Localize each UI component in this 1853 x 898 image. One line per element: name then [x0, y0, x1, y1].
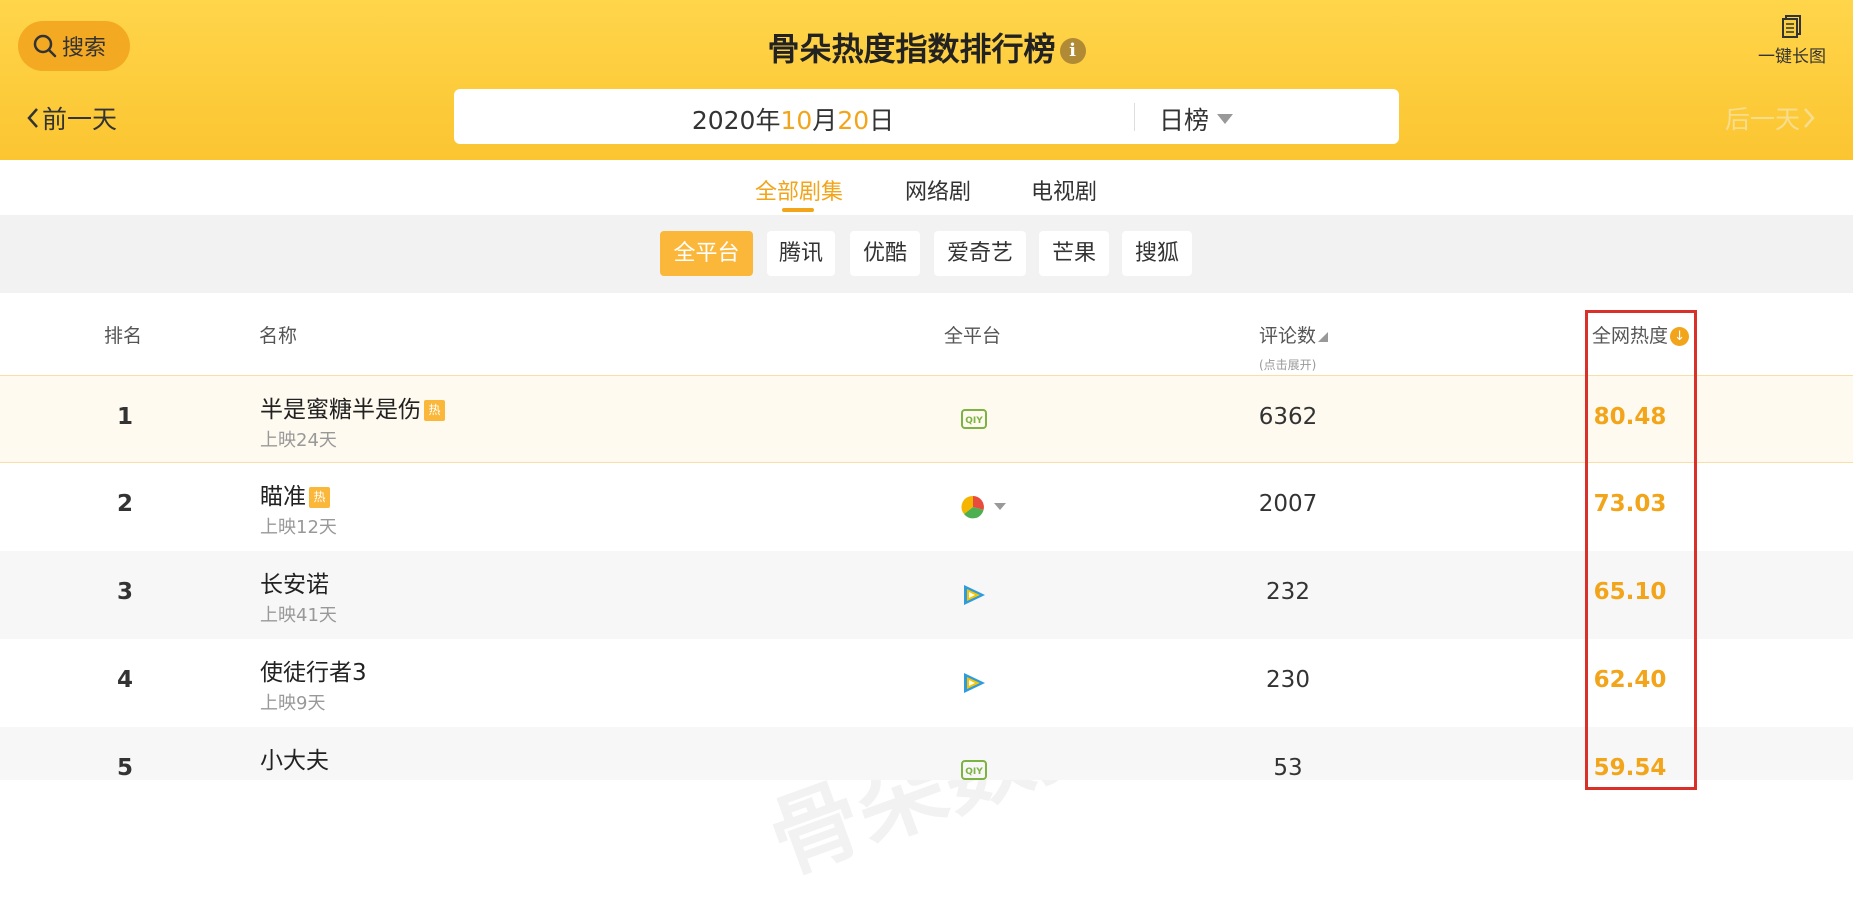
date-year-unit: 年: [755, 106, 781, 135]
comment-count: 6362: [1258, 404, 1318, 430]
tab-all-series[interactable]: 全部剧集: [755, 174, 843, 206]
show-title: 使徒行者3: [260, 660, 367, 686]
svg-text:QIY: QIY: [965, 416, 983, 426]
release-days: 上映24天: [260, 430, 337, 451]
filter-iqiyi[interactable]: 爱奇艺: [934, 231, 1026, 276]
header-name: 名称: [259, 325, 298, 347]
board-type-dropdown[interactable]: 日榜: [1159, 101, 1234, 137]
filter-mango[interactable]: 芒果: [1039, 231, 1109, 276]
date-display[interactable]: 2020年10月20日: [454, 101, 1132, 137]
table-header: 排名 名称 全平台 评论数 (点击展开) 全网热度 ↓: [0, 293, 1853, 375]
show-title: 半是蜜糖半是伤: [260, 397, 421, 423]
page-title: 骨朵热度指数排行榜 i: [0, 24, 1853, 70]
filter-tencent[interactable]: 腾讯: [767, 231, 835, 276]
long-image-button[interactable]: 一键长图: [1742, 14, 1842, 67]
rank: 5: [116, 755, 133, 780]
header: 搜索 骨朵热度指数排行榜 i 一键长图 前一天 2020年10月20日 日榜 后一…: [0, 0, 1853, 160]
info-icon[interactable]: i: [1059, 38, 1086, 64]
table-row[interactable]: 4 使徒行者3 上映9天 230 62.40: [0, 639, 1853, 727]
tencent-video-icon: [961, 671, 987, 699]
rank: 4: [116, 667, 133, 693]
date-selector[interactable]: 2020年10月20日 日榜: [454, 89, 1399, 144]
table-row[interactable]: 3 长安诺 上映41天 232 65.10: [0, 551, 1853, 639]
table-row[interactable]: 5 小大夫 QIY 53 59.54: [0, 727, 1853, 780]
category-tabs: 全部剧集 网络剧 电视剧: [0, 160, 1853, 215]
heat-column-highlight: [1585, 310, 1697, 790]
show-name[interactable]: 半是蜜糖半是伤热: [260, 390, 445, 424]
next-day-button[interactable]: 后一天: [1725, 100, 1818, 136]
release-days: 上映41天: [260, 605, 337, 626]
header-platform: 全平台: [944, 325, 1002, 347]
tencent-video-icon: [961, 583, 987, 611]
filter-all-platforms[interactable]: 全平台: [660, 231, 753, 276]
show-name[interactable]: 小大夫: [260, 741, 329, 775]
rank: 1: [116, 404, 133, 430]
platform-filter-bar: 全平台 腾讯 优酷 爱奇艺 芒果 搜狐: [0, 215, 1853, 293]
document-icon: [1782, 15, 1801, 38]
show-title: 小大夫: [260, 748, 329, 774]
table-row[interactable]: 2 瞄准热 上映12天 2007 73.03: [0, 463, 1853, 551]
divider: [1134, 103, 1135, 131]
filter-youku[interactable]: 优酷: [850, 231, 920, 276]
board-type-label: 日榜: [1159, 106, 1210, 135]
date-day: 20: [837, 106, 870, 135]
date-month-unit: 月: [812, 106, 838, 135]
active-tab-indicator: [782, 208, 814, 212]
header-rank: 排名: [104, 325, 143, 347]
comment-count: 230: [1266, 667, 1310, 693]
header-comments-label: 评论数: [1259, 325, 1317, 347]
sort-icon: [1318, 331, 1329, 342]
hot-badge: 热: [309, 487, 330, 508]
multi-platform-icon[interactable]: [961, 495, 1011, 523]
page-title-text: 骨朵热度指数排行榜: [767, 30, 1056, 68]
date-day-unit: 日: [869, 106, 895, 135]
chevron-right-icon: [1804, 108, 1815, 128]
comment-count: 232: [1266, 579, 1310, 605]
svg-text:QIY: QIY: [965, 767, 983, 777]
tab-web-series[interactable]: 网络剧: [905, 174, 971, 206]
next-day-label: 后一天: [1725, 105, 1801, 134]
long-image-label: 一键长图: [1758, 47, 1826, 67]
prev-day-button[interactable]: 前一天: [24, 100, 117, 136]
table-row[interactable]: 1 半是蜜糖半是伤热 上映24天 QIY 6362 80.48: [0, 375, 1853, 463]
show-name[interactable]: 使徒行者3: [260, 653, 367, 687]
show-name[interactable]: 长安诺: [260, 565, 329, 599]
tab-tv-series[interactable]: 电视剧: [1031, 174, 1097, 206]
show-name[interactable]: 瞄准热: [260, 477, 330, 511]
date-month: 10: [780, 106, 813, 135]
comment-count: 53: [1273, 755, 1303, 780]
release-days: 上映9天: [260, 693, 326, 714]
show-title: 长安诺: [260, 572, 329, 598]
date-year: 2020: [691, 106, 756, 135]
filter-sohu[interactable]: 搜狐: [1122, 231, 1192, 276]
iqiyi-icon: QIY: [961, 759, 987, 780]
prev-day-label: 前一天: [42, 105, 118, 134]
comment-count: 2007: [1258, 491, 1318, 517]
comments-hint[interactable]: (点击展开): [1259, 356, 1316, 373]
rank: 2: [116, 491, 133, 517]
header-comments[interactable]: 评论数: [1259, 321, 1329, 348]
iqiyi-icon: QIY: [961, 408, 987, 434]
caret-down-icon: [1217, 114, 1234, 124]
release-days: 上映12天: [260, 517, 337, 538]
hot-badge: 热: [424, 400, 445, 421]
chevron-left-icon: [27, 108, 38, 128]
rank: 3: [116, 579, 133, 605]
show-title: 瞄准: [260, 484, 306, 510]
